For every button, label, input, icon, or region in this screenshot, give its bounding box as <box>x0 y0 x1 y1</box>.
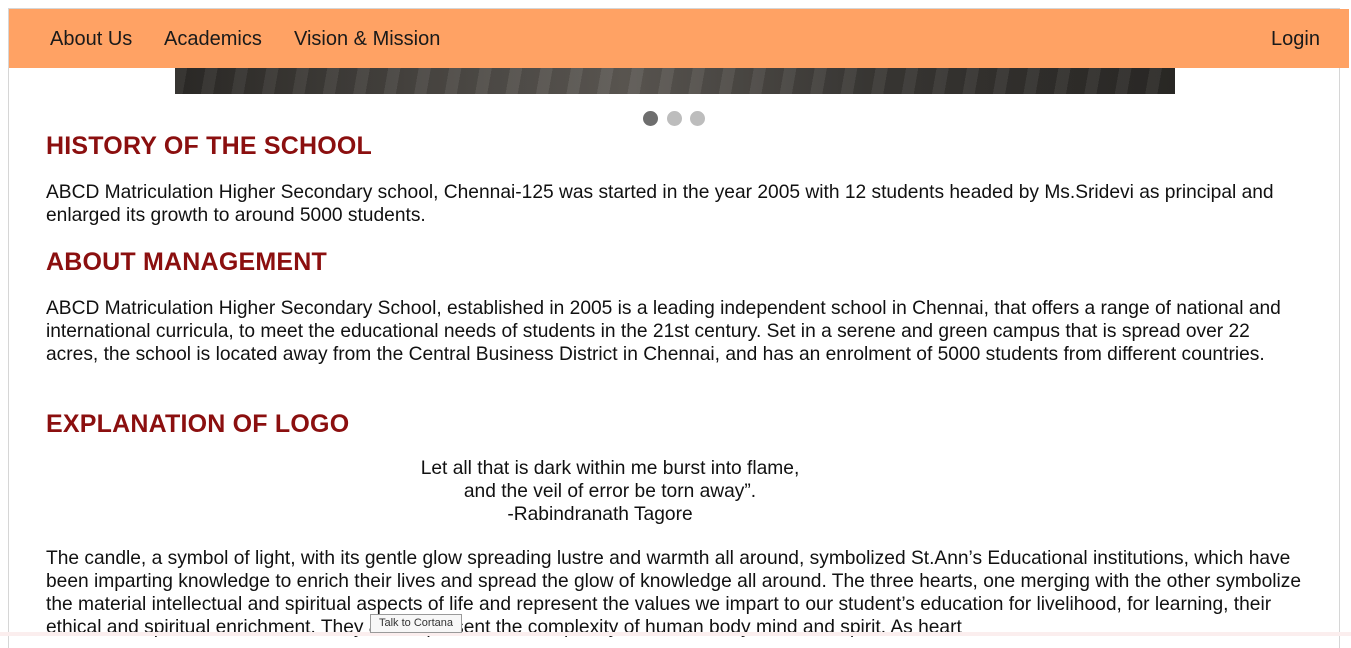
cortana-tooltip: Talk to Cortana <box>370 614 462 633</box>
nav-link-academics[interactable]: Academics <box>164 28 262 50</box>
quote-line-1: Let all that is dark within me burst int… <box>420 458 800 479</box>
logo-heading: EXPLANATION OF LOGO <box>46 410 350 438</box>
carousel-dot-3[interactable] <box>690 111 705 126</box>
management-text: ABCD Matriculation Higher Secondary Scho… <box>46 298 1281 365</box>
logo-quote: Let all that is dark within me burst int… <box>300 457 920 526</box>
history-heading: HISTORY OF THE SCHOOL <box>46 132 372 160</box>
login-link[interactable]: Login <box>1271 28 1320 50</box>
history-text: ABCD Matriculation Higher Secondary scho… <box>46 182 1274 226</box>
carousel-dot-2[interactable] <box>667 111 682 126</box>
carousel-dot-1[interactable] <box>643 111 658 126</box>
logo-explanation-text: The candle, a symbol of light, with its … <box>46 548 1302 638</box>
quote-line-2: and the veil of error be torn away”. <box>463 481 757 502</box>
nav-link-vision-mission[interactable]: Vision & Mission <box>294 28 440 50</box>
bottom-edge-strip <box>0 632 1351 636</box>
carousel-slide-image <box>175 68 1175 94</box>
management-heading: ABOUT MANAGEMENT <box>46 248 327 276</box>
top-navbar: About Us Academics Vision & Mission Logi… <box>9 9 1349 68</box>
nav-link-about-us[interactable]: About Us <box>50 28 132 50</box>
quote-author: -Rabindranath Tagore <box>507 504 693 525</box>
